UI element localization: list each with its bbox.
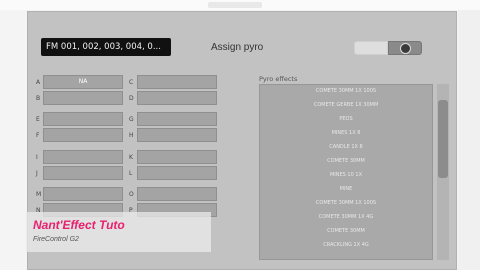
slot-label-j: J xyxy=(36,170,38,177)
slot-label-k: K xyxy=(129,154,133,161)
channel-selection-field[interactable]: FM 001, 002, 003, 004, 0... xyxy=(41,38,171,56)
list-item[interactable]: COMETE 30MM 1X 100S xyxy=(260,88,432,94)
list-item[interactable]: MINES 1X 8 xyxy=(260,130,432,136)
slot-f[interactable] xyxy=(43,128,123,142)
slot-i[interactable] xyxy=(43,150,123,164)
slot-a[interactable]: NA xyxy=(43,75,123,89)
slot-label-h: H xyxy=(129,132,134,139)
slot-label-a: A xyxy=(36,79,41,86)
toggle-left-segment[interactable] xyxy=(354,41,388,55)
toggle-knob-icon xyxy=(400,43,411,54)
slot-d[interactable] xyxy=(137,91,217,105)
slot-label-l: L xyxy=(129,170,133,177)
slot-c[interactable] xyxy=(137,75,217,89)
slot-b[interactable] xyxy=(43,91,123,105)
slot-g[interactable] xyxy=(137,112,217,126)
slot-l[interactable] xyxy=(137,166,217,180)
list-item[interactable]: COMETE 30MM xyxy=(260,158,432,164)
list-item[interactable]: COMETE 30MM 1X 4G xyxy=(260,214,432,220)
slot-e[interactable] xyxy=(43,112,123,126)
list-item[interactable]: COMETE 30MM 1X 100S xyxy=(260,200,432,206)
slot-label-o: O xyxy=(129,191,134,198)
slot-j[interactable] xyxy=(43,166,123,180)
caption-subtitle: FireControl G2 xyxy=(33,236,79,243)
slot-m[interactable] xyxy=(43,187,123,201)
slot-o[interactable] xyxy=(137,187,217,201)
slot-label-f: F xyxy=(36,132,40,139)
slot-label-m: M xyxy=(36,191,42,198)
slot-label-d: D xyxy=(129,95,134,102)
list-item[interactable]: MINES 10 1X xyxy=(260,172,432,178)
toggle-right-segment[interactable] xyxy=(388,41,422,55)
slot-label-g: G xyxy=(129,116,134,123)
slot-label-b: B xyxy=(36,95,41,102)
slot-label-c: C xyxy=(129,79,134,86)
list-item[interactable]: COMETE GERBE 1X 30MM xyxy=(260,102,432,108)
page-title: Assign pyro xyxy=(211,42,264,53)
list-item[interactable]: COMETE 30MM xyxy=(260,228,432,234)
browser-tab-hint xyxy=(208,2,262,8)
list-item[interactable]: MINE xyxy=(260,186,432,192)
pyro-effects-label: Pyro effects xyxy=(259,75,298,83)
list-item[interactable]: PEOS xyxy=(260,116,432,122)
caption-title: Nant'Effect Tuto xyxy=(33,218,125,232)
pyro-list-scrollbar-thumb[interactable] xyxy=(438,100,448,178)
list-item[interactable]: CANDLE 1X 8 xyxy=(260,144,432,150)
right-edge xyxy=(458,10,480,270)
list-item[interactable]: CRACKLING 1X 4G xyxy=(260,242,432,248)
slot-label-e: E xyxy=(36,116,40,123)
slot-h[interactable] xyxy=(137,128,217,142)
slot-k[interactable] xyxy=(137,150,217,164)
pyro-effects-list[interactable]: COMETE 30MM 1X 100S COMETE GERBE 1X 30MM… xyxy=(259,84,433,260)
slot-label-i: I xyxy=(36,154,38,161)
